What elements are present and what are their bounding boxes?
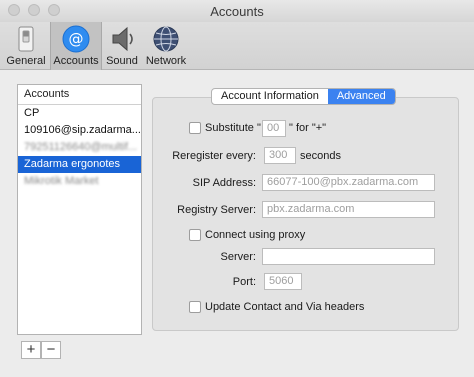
- update-headers-checkbox[interactable]: [189, 301, 201, 313]
- toolbar-label-network: Network: [145, 55, 187, 67]
- port-label: Port:: [232, 276, 256, 288]
- at-sign-icon: @: [62, 25, 90, 53]
- toolbar-label-accounts: Accounts: [53, 55, 99, 67]
- reregister-label: Reregister every:: [172, 150, 256, 162]
- server-label: Server:: [220, 251, 256, 263]
- title-bar: Accounts: [0, 0, 474, 22]
- account-row[interactable]: 79251126640@multif...: [18, 139, 141, 156]
- sip-address-input[interactable]: 66077-100@pbx.zadarma.com: [262, 174, 435, 191]
- account-row[interactable]: 109106@sip.zadarma...: [18, 122, 141, 139]
- toolbar-item-network[interactable]: Network: [142, 22, 190, 70]
- window-title: Accounts: [210, 4, 264, 19]
- registry-server-input[interactable]: pbx.zadarma.com: [262, 201, 435, 218]
- connect-proxy-checkbox[interactable]: [189, 229, 201, 241]
- substitute-checkbox[interactable]: [189, 122, 201, 134]
- globe-icon: [153, 26, 179, 52]
- reregister-input[interactable]: 300: [264, 147, 296, 164]
- registry-server-label: Registry Server:: [177, 204, 256, 216]
- toolbar-label-general: General: [6, 55, 46, 67]
- speaker-icon: [112, 26, 133, 52]
- substitute-label: Substitute ": [205, 122, 261, 134]
- accounts-list[interactable]: Accounts CP 109106@sip.zadarma... 792511…: [17, 84, 142, 335]
- reregister-unit: seconds: [300, 150, 341, 162]
- server-input[interactable]: [262, 248, 435, 265]
- tab-account-information[interactable]: Account Information: [212, 89, 328, 104]
- toolbar-item-general[interactable]: General: [4, 22, 48, 70]
- account-row[interactable]: Mikrotik Market: [18, 173, 141, 190]
- svg-text:@: @: [69, 30, 84, 48]
- general-switch-icon: [18, 26, 34, 52]
- substitute-input[interactable]: 00: [262, 120, 286, 137]
- update-headers-label: Update Contact and Via headers: [205, 301, 365, 313]
- add-account-button[interactable]: +: [21, 341, 41, 359]
- accounts-list-header: Accounts: [18, 85, 141, 105]
- account-row-selected[interactable]: Zadarma ergonotes: [18, 156, 141, 173]
- connect-proxy-label: Connect using proxy: [205, 229, 306, 241]
- substitute-suffix: " for "+": [289, 122, 327, 134]
- toolbar-label-sound: Sound: [106, 55, 138, 67]
- toolbar-item-sound[interactable]: Sound: [104, 22, 140, 70]
- toolbar-item-accounts[interactable]: @ Accounts: [50, 22, 102, 70]
- preferences-toolbar: General @ Accounts Sound Network: [0, 22, 474, 70]
- remove-account-button[interactable]: −: [41, 341, 61, 359]
- tab-advanced[interactable]: Advanced: [327, 89, 395, 104]
- sip-address-label: SIP Address:: [192, 177, 256, 189]
- settings-tabs: Account Information Advanced: [211, 88, 396, 105]
- port-input[interactable]: 5060: [264, 273, 302, 290]
- account-row[interactable]: CP: [18, 105, 141, 122]
